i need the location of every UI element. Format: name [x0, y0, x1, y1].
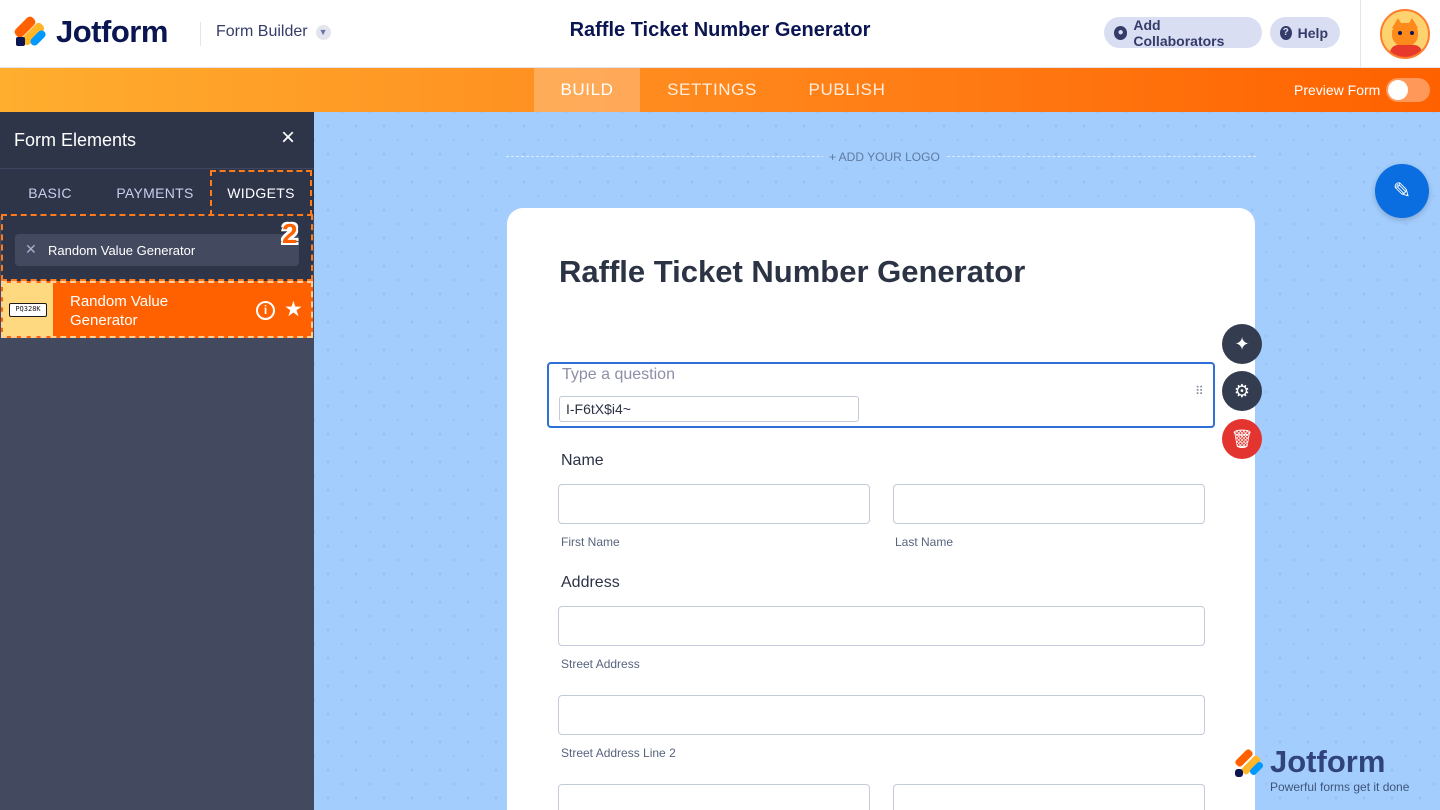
builder-nav-bar: BUILD SETTINGS PUBLISH Preview Form	[0, 68, 1440, 112]
top-header: Jotform Form Builder ▼ Raffle Ticket Num…	[0, 0, 1440, 68]
form-canvas: + ADD YOUR LOGO Raffle Ticket Number Gen…	[314, 112, 1440, 810]
tab-settings[interactable]: SETTINGS	[650, 68, 774, 112]
drag-handle-icon[interactable]: ⠿	[1195, 385, 1207, 397]
help-label: Help	[1297, 24, 1328, 41]
preview-form-label: Preview Form	[1294, 82, 1381, 98]
trash-icon[interactable]: 🗑	[1222, 419, 1262, 459]
tab-basic[interactable]: BASIC	[0, 169, 100, 217]
brand-name: Jotform	[56, 14, 168, 49]
random-value-output[interactable]: I-F6tX$i4~	[559, 396, 859, 422]
divider	[200, 22, 201, 46]
jotform-logo-icon	[12, 14, 48, 49]
user-icon: ●	[1114, 25, 1128, 40]
street-address-sublabel: Street Address	[561, 657, 640, 671]
tab-build[interactable]: BUILD	[534, 68, 640, 112]
help-button[interactable]: ? Help	[1270, 17, 1340, 48]
add-logo-label: + ADD YOUR LOGO	[823, 150, 946, 164]
add-logo-area[interactable]: + ADD YOUR LOGO	[506, 150, 1256, 164]
divider	[1360, 0, 1361, 68]
form-card: Raffle Ticket Number Generator Type a qu…	[507, 208, 1255, 810]
form-builder-label: Form Builder	[216, 23, 308, 40]
street-address-2-input[interactable]	[558, 695, 1205, 735]
add-collaborators-label: Add Collaborators	[1133, 16, 1225, 49]
paint-roller-icon[interactable]: ✎	[1375, 164, 1429, 218]
form-builder-dropdown[interactable]: Form Builder ▼	[216, 23, 331, 41]
street-address-input[interactable]	[558, 606, 1205, 646]
panel-header: Form Elements ×	[0, 112, 314, 168]
clear-search-icon[interactable]: ✕	[25, 241, 37, 258]
widget-search-area: ✕ Random Value Generator	[1, 214, 313, 281]
chevron-down-icon: ▼	[315, 24, 331, 40]
first-name-sublabel: First Name	[561, 535, 620, 549]
question-label-placeholder[interactable]: Type a question	[562, 366, 675, 384]
gear-icon[interactable]: ⚙	[1222, 371, 1262, 411]
selected-question-field[interactable]: Type a question I-F6tX$i4~ ⠿	[547, 362, 1215, 428]
name-label: Name	[561, 452, 604, 469]
city-input[interactable]	[558, 784, 870, 810]
widget-search-input[interactable]: ✕ Random Value Generator	[15, 234, 299, 266]
element-tabs: BASIC PAYMENTS WIDGETS	[0, 168, 314, 216]
add-collaborators-button[interactable]: ● Add Collaborators	[1104, 16, 1262, 49]
form-heading[interactable]: Raffle Ticket Number Generator	[559, 254, 1025, 290]
help-icon: ?	[1280, 25, 1292, 40]
preview-form-toggle[interactable]	[1386, 78, 1430, 102]
star-icon[interactable]: ★	[284, 297, 303, 322]
search-value: Random Value Generator	[48, 243, 196, 258]
widget-thumb-label: PQ328K	[9, 303, 47, 317]
form-title-header[interactable]: Raffle Ticket Number Generator	[520, 19, 920, 42]
form-elements-panel: Form Elements × BASIC PAYMENTS WIDGETS ✕…	[0, 112, 314, 810]
close-icon[interactable]: ×	[278, 126, 298, 150]
user-avatar[interactable]	[1380, 9, 1430, 59]
widget-result-item[interactable]: PQ328K Random Value Generator i ★	[1, 281, 313, 338]
panel-title: Form Elements	[14, 130, 137, 150]
tab-payments[interactable]: PAYMENTS	[100, 169, 210, 217]
watermark-brand: Jotform	[1270, 744, 1386, 779]
jotform-watermark-icon	[1234, 748, 1266, 780]
last-name-sublabel: Last Name	[895, 535, 954, 549]
street-address-2-sublabel: Street Address Line 2	[561, 746, 676, 760]
widget-name: Random Value Generator	[70, 293, 169, 329]
tab-widgets[interactable]: WIDGETS	[210, 170, 312, 216]
tab-publish[interactable]: PUBLISH	[790, 68, 904, 112]
info-icon[interactable]: i	[256, 301, 275, 320]
address-label: Address	[561, 574, 620, 591]
jotform-logo[interactable]: Jotform	[12, 14, 168, 50]
watermark-tagline: Powerful forms get it done	[1270, 780, 1410, 794]
magic-wand-icon[interactable]: ✦	[1222, 324, 1262, 364]
widget-thumbnail: PQ328K	[3, 283, 53, 336]
step-number-badge: 2	[282, 218, 298, 249]
state-input[interactable]	[893, 784, 1205, 810]
first-name-input[interactable]	[558, 484, 870, 524]
last-name-input[interactable]	[893, 484, 1205, 524]
